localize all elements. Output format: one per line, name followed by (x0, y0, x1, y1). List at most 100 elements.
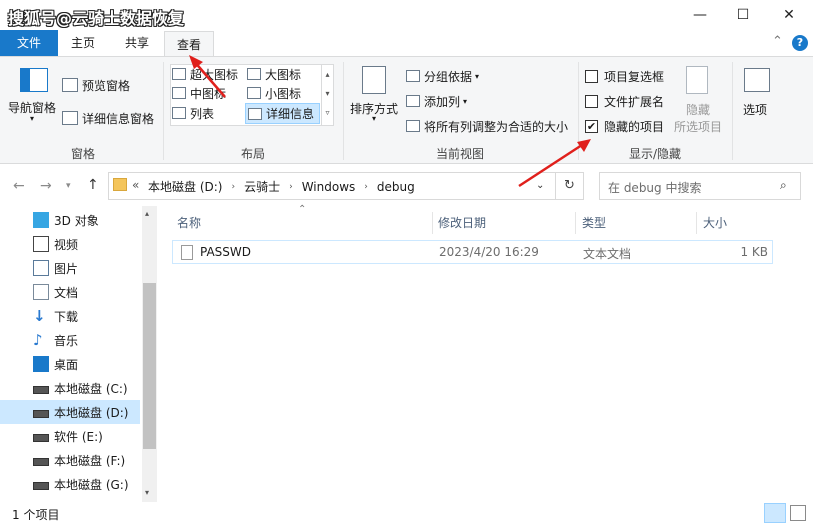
hidden-items-toggle[interactable]: ✔ 隐藏的项目 (585, 118, 664, 134)
column-divider[interactable] (432, 212, 433, 234)
sort-by-button[interactable]: 排序方式 ▾ (350, 64, 402, 146)
close-button[interactable]: ✕ (766, 0, 812, 30)
column-size[interactable]: 大小 (703, 212, 727, 234)
sidebar-item[interactable]: 桌面 (0, 352, 140, 376)
navigation-pane-button[interactable]: 导航窗格 ▾ (8, 64, 58, 154)
status-item-count: 1 个项目 (12, 508, 60, 522)
cube-3d-icon (33, 212, 49, 228)
size-all-columns-button[interactable]: 将所有列调整为合适的大小 (406, 117, 568, 135)
file-extensions-toggle[interactable]: 文件扩展名 (585, 93, 664, 109)
documents-icon (33, 284, 49, 300)
hide-label: 隐藏 (686, 103, 711, 117)
breadcrumb-item[interactable]: 本地磁盘 (D:) (148, 178, 222, 195)
breadcrumb-overflow-icon[interactable]: « (132, 178, 139, 192)
file-extensions-label: 文件扩展名 (604, 94, 665, 109)
sidebar-item[interactable]: 本地磁盘 (F:) (0, 448, 140, 472)
scrollbar-thumb[interactable] (143, 283, 156, 449)
breadcrumb-item[interactable]: Windows (302, 180, 356, 194)
preview-pane-button[interactable]: 预览窗格 (62, 75, 130, 95)
search-icon[interactable]: ⌕ (780, 178, 787, 193)
breadcrumb: 本地磁盘 (D:) › 云骑士 › Windows › debug (148, 178, 415, 195)
drive-icon (33, 434, 49, 442)
breadcrumb-item[interactable]: 云骑士 (244, 178, 280, 195)
table-row[interactable]: PASSWD 2023/4/20 16:29 文本文档 1 KB (172, 240, 773, 264)
recent-locations-icon[interactable]: ▾ (66, 181, 71, 191)
sort-icon (362, 66, 386, 94)
download-icon: ↓ (33, 307, 46, 325)
group-label-layout: 布局 (240, 147, 265, 161)
chevron-right-icon[interactable]: › (289, 182, 293, 192)
sidebar-item[interactable]: 图片 (0, 256, 140, 280)
layout-small-label: 小图标 (265, 86, 302, 101)
scroll-up-icon[interactable]: ▴ (145, 209, 149, 218)
text-file-icon (181, 245, 193, 260)
preview-pane-icon (62, 78, 78, 92)
folder-icon (113, 178, 127, 191)
sidebar-item[interactable]: 本地磁盘 (C:) (0, 376, 140, 400)
sidebar-item-label: 音乐 (54, 333, 79, 348)
options-button[interactable]: 选项 (740, 64, 776, 124)
tab-home[interactable]: 主页 (62, 30, 104, 56)
hide-selected-button[interactable]: 隐藏 所选项目 (672, 64, 730, 138)
ribbon-collapse-icon[interactable]: ⌃ (772, 34, 783, 49)
chevron-right-icon[interactable]: › (231, 182, 235, 192)
details-pane-button[interactable]: 详细信息窗格 (62, 108, 154, 128)
sidebar-item-label: 本地磁盘 (G:) (54, 477, 129, 492)
maximize-button[interactable]: ☐ (720, 0, 766, 30)
sidebar-item-label: 软件 (E:) (54, 429, 103, 444)
details-pane-label: 详细信息窗格 (82, 111, 155, 126)
column-type[interactable]: 类型 (582, 212, 606, 234)
sidebar-item-label: 下载 (54, 309, 79, 324)
layout-large[interactable]: 大图标 (247, 65, 301, 83)
hidden-items-label: 隐藏的项目 (604, 119, 665, 134)
checkbox-unchecked[interactable] (585, 94, 598, 108)
drive-icon (33, 458, 49, 466)
layout-scroll[interactable]: ▴ ▾ ▿ (321, 65, 333, 125)
layout-details[interactable]: 详细信息 (245, 103, 320, 124)
tab-file[interactable]: 文件 (0, 30, 58, 56)
back-arrow-icon[interactable]: ← (13, 178, 25, 194)
item-checkboxes-toggle[interactable]: 项目复选框 (585, 68, 664, 84)
file-name: PASSWD (200, 245, 252, 259)
options-icon (744, 68, 770, 92)
breadcrumb-item[interactable]: debug (377, 180, 415, 194)
forward-arrow-icon[interactable]: → (40, 178, 52, 194)
sidebar-item-label: 3D 对象 (54, 213, 99, 228)
sidebar-item[interactable]: 视频 (0, 232, 140, 256)
tab-share[interactable]: 共享 (114, 30, 160, 56)
annotation-arrow-icon (518, 139, 591, 188)
sidebar-item[interactable]: ♪ 音乐 (0, 328, 140, 352)
sidebar-item[interactable]: 软件 (E:) (0, 424, 140, 448)
scroll-down-icon[interactable]: ▾ (145, 488, 149, 497)
file-type: 文本文档 (583, 247, 632, 261)
help-icon[interactable]: ? (792, 35, 808, 51)
sidebar-item[interactable]: 3D 对象 (0, 208, 140, 232)
add-columns-button[interactable]: 添加列 ▾ (406, 92, 467, 110)
sidebar-item[interactable]: 本地磁盘 (G:) (0, 472, 140, 496)
checkbox-checked-icon[interactable]: ✔ (585, 119, 598, 133)
column-divider[interactable] (575, 212, 576, 234)
chevron-right-icon[interactable]: › (364, 182, 368, 192)
navigation-scrollbar[interactable]: ▴ ▾ (142, 206, 157, 502)
minimize-button[interactable]: — (677, 0, 723, 30)
sidebar-item[interactable]: 本地磁盘 (D:) (0, 400, 140, 424)
status-bar (0, 502, 813, 526)
dropdown-arrow-icon: ▾ (475, 71, 480, 81)
extra-large-icons-icon (172, 68, 186, 80)
column-divider[interactable] (696, 212, 697, 234)
column-name[interactable]: 名称 (177, 212, 201, 234)
layout-list[interactable]: 列表 (172, 104, 214, 122)
details-view-icon[interactable] (764, 503, 786, 523)
sidebar-item[interactable]: 文档 (0, 280, 140, 304)
large-icons-icon (247, 68, 261, 80)
checkbox-unchecked[interactable] (585, 69, 598, 83)
group-by-button[interactable]: 分组依据 ▾ (406, 67, 479, 85)
search-input[interactable]: 在 debug 中搜索 ⌕ (599, 172, 801, 200)
sidebar-item[interactable]: ↓ 下载 (0, 304, 140, 328)
sidebar-item-label: 本地磁盘 (D:) (54, 405, 129, 420)
layout-small[interactable]: 小图标 (247, 84, 301, 102)
up-arrow-icon[interactable]: ↑ (87, 177, 99, 193)
group-separator (732, 62, 733, 160)
column-modified[interactable]: 修改日期 (438, 212, 486, 234)
large-icons-view-icon[interactable] (790, 505, 806, 521)
